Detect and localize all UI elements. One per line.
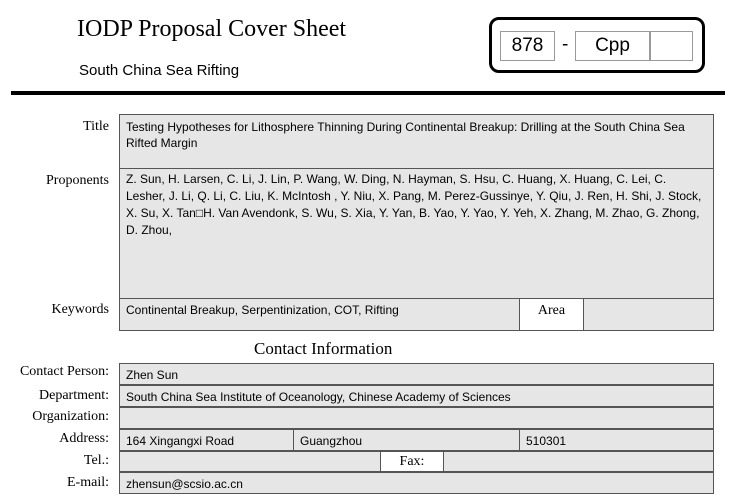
proponents-field[interactable]: Z. Sun, H. Larsen, C. Li, J. Lin, P. Wan… [119,168,714,299]
proponents-label: Proponents [46,173,109,188]
keywords-field[interactable]: Continental Breakup, Serpentinization, C… [119,298,520,331]
contact-person-field[interactable]: Zhen Sun [119,363,714,385]
department-label: Department: [39,388,109,403]
proposal-number-field[interactable]: 878 [500,31,555,61]
organization-field[interactable] [119,407,714,429]
address-city-field[interactable]: Guangzhou [293,429,520,451]
fax-field[interactable] [443,451,714,472]
contact-person-label: Contact Person: [19,364,109,379]
tel-field[interactable] [119,451,381,472]
address-street-field[interactable]: 164 Xingangxi Road [119,429,294,451]
email-field[interactable]: zhensun@scsio.ac.cn [119,472,714,494]
page-title: IODP Proposal Cover Sheet [77,16,347,42]
header-divider [11,91,725,95]
address-postal-field[interactable]: 510301 [519,429,714,451]
proposal-id-box: 878 - Cpp [489,17,705,73]
contact-section-title: Contact Information [254,339,393,358]
title-field[interactable]: Testing Hypotheses for Lithosphere Thinn… [119,114,714,169]
tel-label: Tel.: [83,453,109,468]
keywords-label: Keywords [51,302,109,317]
department-field[interactable]: South China Sea Institute of Oceanology,… [119,385,714,407]
page-subtitle: South China Sea Rifting [79,62,240,79]
email-label: E-mail: [67,475,109,490]
title-label: Title [83,119,109,134]
proposal-type-field[interactable]: Cpp [575,31,650,61]
fax-label: Fax: [380,451,444,472]
address-label: Address: [59,431,109,446]
area-label: Area [519,298,584,331]
proposal-extra-field[interactable] [650,31,693,61]
organization-label: Organization: [32,409,109,424]
area-field[interactable] [583,298,714,331]
proposal-id-dash: - [562,34,569,55]
